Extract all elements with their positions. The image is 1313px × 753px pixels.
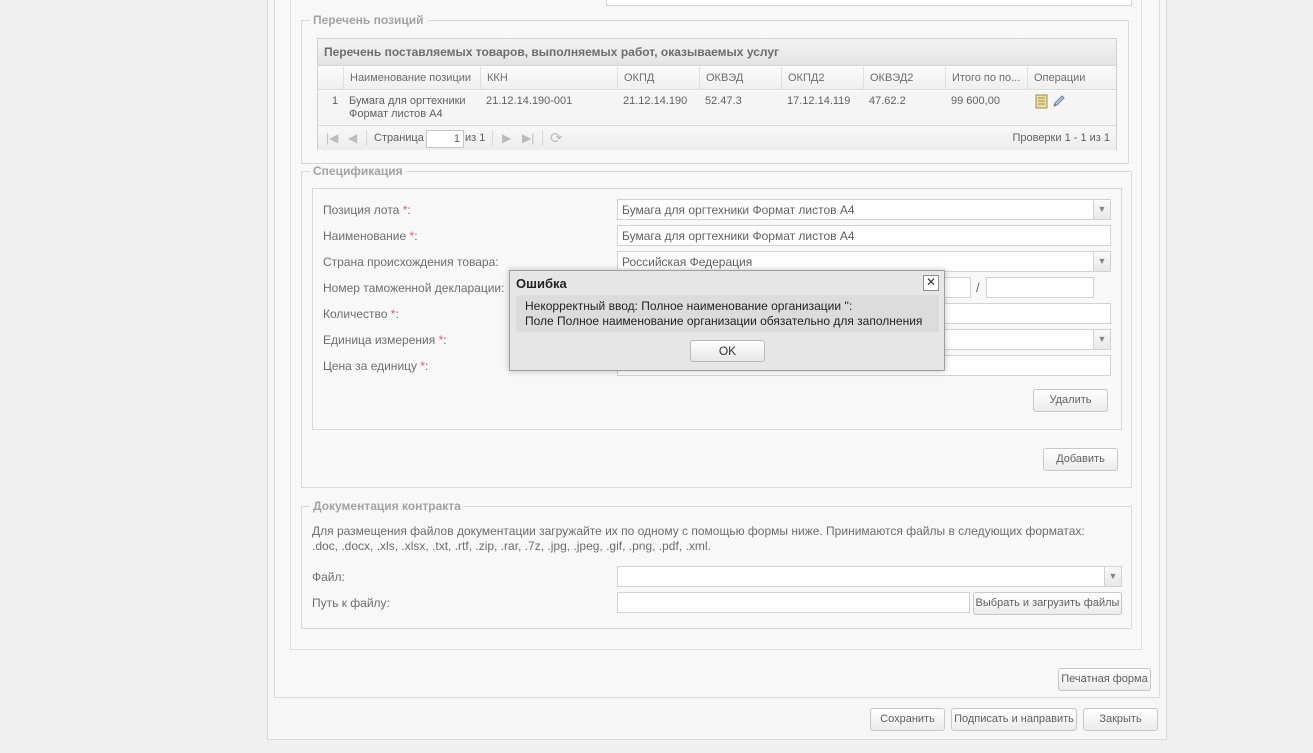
dialog-title: Ошибка (516, 276, 567, 291)
ok-button[interactable]: OK (690, 340, 765, 362)
close-icon[interactable]: ✕ (923, 275, 939, 291)
dialog-message-line1: Некорректный ввод: Полное наименование о… (525, 299, 853, 313)
error-dialog: Ошибка ✕ Некорректный ввод: Полное наиме… (509, 270, 945, 371)
dialog-message-line2: Поле Полное наименование организации обя… (525, 314, 923, 328)
modal-overlay (0, 0, 1313, 753)
dialog-message: Некорректный ввод: Полное наименование о… (516, 295, 939, 332)
